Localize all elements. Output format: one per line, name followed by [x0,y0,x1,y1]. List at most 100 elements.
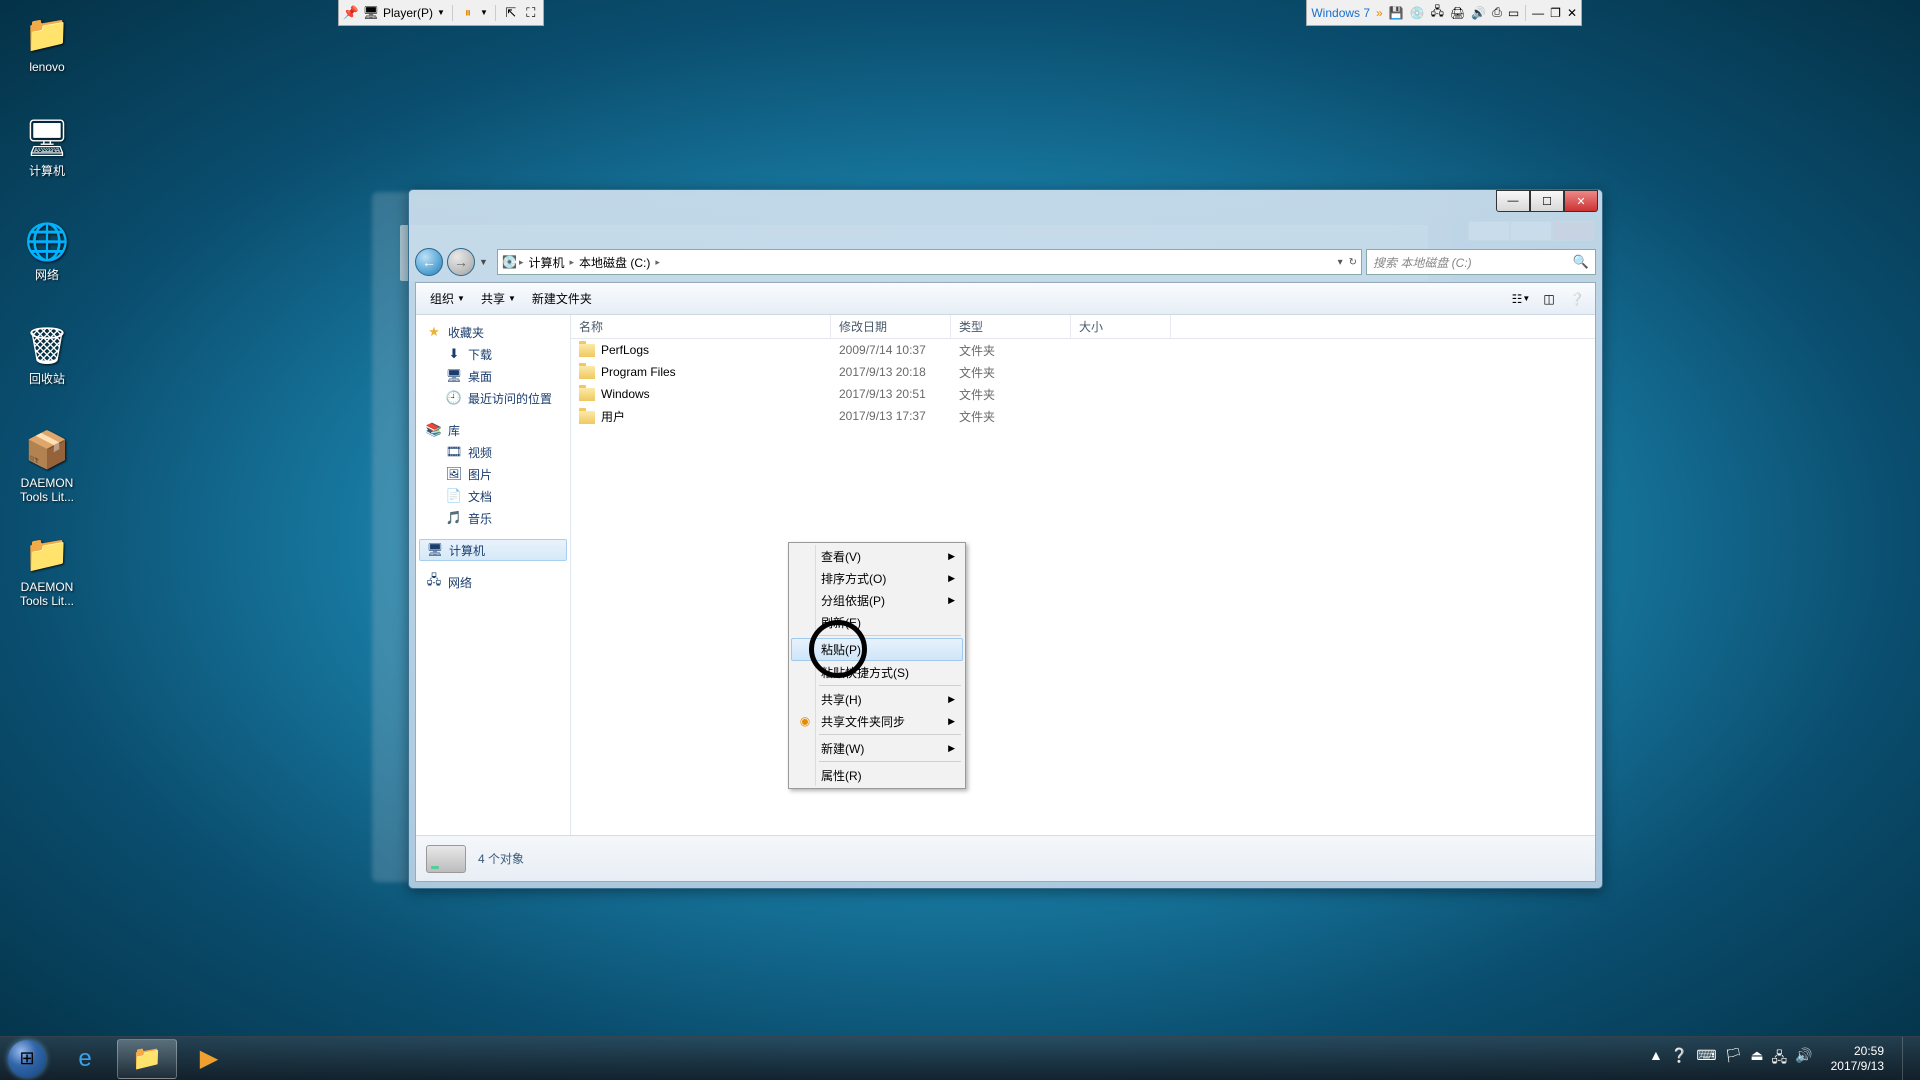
nav-forward-button[interactable]: → [447,248,475,276]
file-row[interactable]: Program Files 2017/9/13 20:18 文件夹 [571,361,1595,383]
context-menu-sync[interactable]: ◉共享文件夹同步▶ [791,710,963,732]
crumb-sep-icon[interactable]: ▸ [517,257,526,268]
desktop-icon-computer[interactable]: 🖥 计算机 [8,114,86,178]
sidebar-item-desktop[interactable]: 🖥桌面 [416,365,570,387]
breadcrumb-drive[interactable]: 本地磁盘 (C:) [576,254,653,271]
vm-restore-icon[interactable]: ❐ [1550,6,1561,20]
column-size[interactable]: 大小 [1071,315,1171,338]
sidebar-item-documents[interactable]: 📄文档 [416,485,570,507]
file-list[interactable]: 名称 修改日期 类型 大小 PerfLogs 2009/7/14 10:37 文… [571,315,1595,835]
sidebar-network[interactable]: 🖧网络 [416,571,570,593]
context-menu-view[interactable]: 查看(V)▶ [791,545,963,567]
refresh-icon[interactable]: ↻ [1349,257,1357,268]
context-menu-paste-shortcut[interactable]: 粘贴快捷方式(S) [791,661,963,683]
taskbar-clock[interactable]: 20:59 2017/9/13 [1823,1044,1892,1074]
sidebar-favorites[interactable]: ★收藏夹 [416,321,570,343]
view-mode-button[interactable]: ☷ ▼ [1511,289,1531,309]
close-button[interactable]: ✕ [1564,190,1598,212]
submenu-arrow-icon: ▶ [948,573,955,584]
explorer-titlebar[interactable]: — ☐ ✕ ← → ▼ 💽 ▸ 计算机 ▸ 本地磁盘 (C:) ▸ ▾ ↻ 搜索… [409,190,1602,242]
desktop-icon-recycle-bin[interactable]: 🗑 回收站 [8,322,86,386]
context-menu-share[interactable]: 共享(H)▶ [791,688,963,710]
tray-help-icon[interactable]: ❔ [1671,1047,1688,1071]
crumb-sep-icon[interactable]: ▸ [653,257,662,268]
toolbar-new-folder[interactable]: 新建文件夹 [526,287,598,310]
sidebar-library[interactable]: 📚库 [416,419,570,441]
tray-overflow-icon[interactable]: ▲ [1649,1047,1663,1071]
desktop-icon-daemon-tools-1[interactable]: 📦 DAEMON Tools Lit... [8,426,86,504]
desktop-icon-network[interactable]: 🌐 网络 [8,218,86,282]
vm-player-menu[interactable]: Player(P) [383,6,433,20]
file-list-header[interactable]: 名称 修改日期 类型 大小 [571,315,1595,339]
vm-device-icon[interactable]: 💾 [1389,6,1404,20]
address-bar[interactable]: 💽 ▸ 计算机 ▸ 本地磁盘 (C:) ▸ ▾ ↻ [497,249,1362,275]
tray-lang-icon[interactable]: ⌨ [1696,1047,1716,1071]
column-date[interactable]: 修改日期 [831,315,951,338]
file-row[interactable]: Windows 2017/9/13 20:51 文件夹 [571,383,1595,405]
taskbar-pin-ie[interactable]: e [55,1039,115,1079]
file-row[interactable]: PerfLogs 2009/7/14 10:37 文件夹 [571,339,1595,361]
nav-back-button[interactable]: ← [415,248,443,276]
help-button[interactable]: ❔ [1567,289,1587,309]
sidebar-item-videos[interactable]: 🎞视频 [416,441,570,463]
vm-send-icon[interactable]: ⇱ [503,5,519,21]
media-player-icon: ▶ [200,1044,218,1073]
context-menu-paste[interactable]: 粘贴(P) [791,638,963,661]
preview-pane-button[interactable]: ◫ [1539,289,1559,309]
context-menu-properties[interactable]: 属性(R) [791,764,963,786]
tray-volume-icon[interactable]: 🔊 [1795,1047,1812,1071]
show-desktop-button[interactable] [1902,1037,1916,1080]
column-type[interactable]: 类型 [951,315,1071,338]
tray-action-center-icon[interactable]: 🏳 [1725,1047,1743,1071]
crumb-sep-icon[interactable]: ▸ [568,257,577,268]
chevron-right-icon: » [1376,6,1383,20]
file-row[interactable]: 用户 2017/9/13 17:37 文件夹 [571,405,1595,427]
minimize-button[interactable]: — [1496,190,1530,212]
search-icon[interactable]: 🔍 [1573,254,1589,270]
sidebar-item-downloads[interactable]: ⬇下载 [416,343,570,365]
sidebar-item-recent[interactable]: 🕘最近访问的位置 [416,387,570,409]
windows-logo-icon: ⊞ [19,1048,34,1069]
desktop-icon: 🖥 [446,368,462,384]
address-dropdown-icon[interactable]: ▾ [1338,257,1343,268]
breadcrumb-computer[interactable]: 计算机 [525,254,567,271]
vm-pin-icon[interactable]: 📌 [343,5,359,21]
nav-history-dropdown[interactable]: ▼ [479,257,493,267]
vm-device-icon[interactable]: 🖧 [1431,2,1444,23]
vm-device-icon[interactable]: ⎙ [1492,5,1502,20]
context-menu-refresh[interactable]: 刷新(E) [791,611,963,633]
sidebar-item-pictures[interactable]: 🖼图片 [416,463,570,485]
column-name[interactable]: 名称 [571,315,831,338]
context-menu-new[interactable]: 新建(W)▶ [791,737,963,759]
vm-screen-icon[interactable]: 🖥 [363,5,379,21]
vm-device-icon[interactable]: 💿 [1410,6,1425,20]
vm-device-icon[interactable]: ▭ [1508,6,1519,20]
sidebar-computer[interactable]: 🖥计算机 [419,539,567,561]
vm-pause-icon[interactable]: ⏸ [460,5,476,21]
taskbar: ⊞ e 📁 ▶ ▲ ❔ ⌨ 🏳 ⏏ 🖧 🔊 20:59 2017/9/13 [0,1036,1920,1080]
taskbar-pin-explorer[interactable]: 📁 [117,1039,177,1079]
sidebar-item-music[interactable]: 🎵音乐 [416,507,570,529]
vm-close-icon[interactable]: ✕ [1567,6,1577,20]
status-text: 4 个对象 [478,850,524,867]
context-menu-group[interactable]: 分组依据(P)▶ [791,589,963,611]
network-icon: 🌐 [23,218,71,266]
toolbar-share[interactable]: 共享▼ [475,287,522,310]
tray-usb-icon[interactable]: ⏏ [1750,1047,1763,1071]
vm-fullscreen-icon[interactable]: ⛶ [523,5,539,21]
vm-device-icon[interactable]: 🔊 [1471,6,1486,20]
tray-network-icon[interactable]: 🖧 [1772,1047,1788,1071]
maximize-button[interactable]: ☐ [1530,190,1564,212]
toolbar-organize[interactable]: 组织▼ [424,287,471,310]
desktop-icon-lenovo[interactable]: 📁 lenovo [8,10,86,74]
desktop-icon-daemon-tools-2[interactable]: 📁 DAEMON Tools Lit... [8,530,86,608]
vm-device-icon[interactable]: 🖨 [1450,6,1465,20]
context-menu: 查看(V)▶ 排序方式(O)▶ 分组依据(P)▶ 刷新(E) 粘贴(P) 粘贴快… [788,542,966,789]
vm-player-toolbar-left[interactable]: 📌 🖥 Player(P) ▼ ⏸ ▼ ⇱ ⛶ [338,0,544,26]
context-menu-sort[interactable]: 排序方式(O)▶ [791,567,963,589]
taskbar-pin-media-player[interactable]: ▶ [179,1039,239,1079]
search-input[interactable]: 搜索 本地磁盘 (C:) 🔍 [1366,249,1596,275]
search-placeholder: 搜索 本地磁盘 (C:) [1373,254,1472,271]
vm-minimize-icon[interactable]: — [1532,6,1544,20]
start-button[interactable]: ⊞ [0,1037,54,1080]
